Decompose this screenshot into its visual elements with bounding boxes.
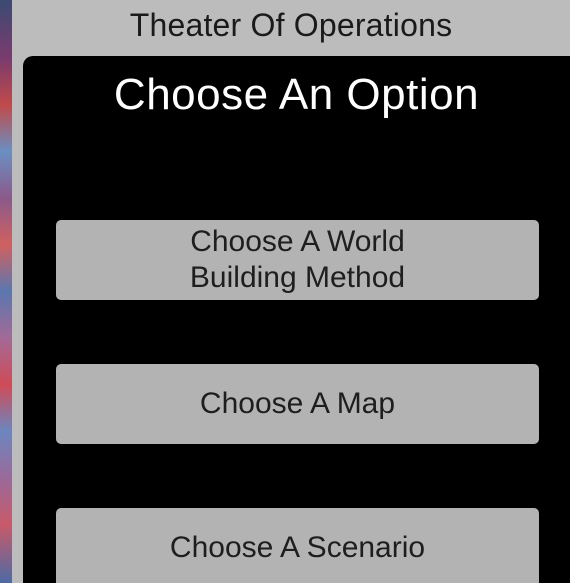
choose-world-building-method-label: Choose A World Building Method: [189, 225, 406, 294]
choose-map-button[interactable]: Choose A Map: [56, 364, 539, 444]
choose-scenario-label: Choose A Scenario: [169, 531, 426, 564]
choose-scenario-button[interactable]: Choose A Scenario: [56, 508, 539, 583]
theater-of-operations-window: Theater Of Operations Choose An Option C…: [12, 0, 570, 583]
background-map-strip: [0, 0, 12, 583]
panel-heading: Choose An Option: [113, 70, 480, 119]
window-title: Theater Of Operations: [129, 6, 453, 43]
choose-map-label: Choose A Map: [199, 387, 396, 420]
title-bar: Theater Of Operations: [12, 0, 570, 56]
options-panel: Choose An Option Choose A World Building…: [23, 56, 570, 583]
screen: Theater Of Operations Choose An Option C…: [0, 0, 570, 583]
choose-world-building-method-button[interactable]: Choose A World Building Method: [56, 220, 539, 300]
